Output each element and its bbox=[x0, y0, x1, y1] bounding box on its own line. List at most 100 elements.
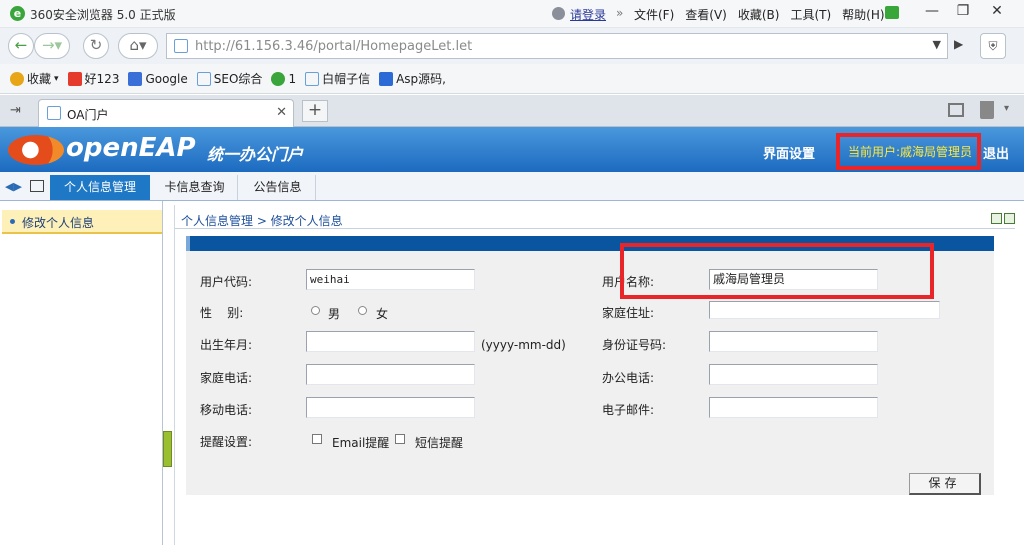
home-phone-field[interactable] bbox=[306, 364, 475, 385]
page-icon bbox=[305, 71, 320, 86]
openeap-logo-icon bbox=[8, 135, 64, 165]
bookmark-whitehat[interactable]: 白帽子信 bbox=[305, 70, 370, 87]
tab-strip: ⇥ OA门户 ✕ + ▾ bbox=[0, 95, 1024, 127]
gender-male-label: 男 bbox=[328, 307, 341, 321]
user-code-label: 用户代码: bbox=[200, 275, 253, 289]
office-phone-label: 办公电话: bbox=[602, 371, 655, 385]
bookmark-seo[interactable]: SEO综合 bbox=[196, 70, 262, 87]
close-window-button[interactable]: ✕ bbox=[980, 0, 1014, 24]
gender-male-radio[interactable] bbox=[311, 306, 320, 315]
star-icon bbox=[10, 71, 24, 86]
sidebar-item-label: 修改个人信息 bbox=[22, 216, 95, 230]
address-url[interactable]: http://61.156.3.46/portal/HomepageLet.le… bbox=[195, 39, 472, 54]
shield-icon[interactable]: ⛨ bbox=[980, 33, 1006, 59]
bookmarks-bar: 收藏 ▾ 好123 Google SEO综合 1 白帽子信 Asp源码, bbox=[0, 64, 1024, 94]
skin-shirt-icon[interactable] bbox=[885, 6, 899, 19]
menu-favorites[interactable]: 收藏(B) bbox=[738, 6, 780, 23]
back-button[interactable]: ← bbox=[8, 33, 34, 59]
sms-reminder-checkbox[interactable] bbox=[395, 434, 405, 444]
home-address-field[interactable] bbox=[709, 301, 940, 319]
chevron-down-icon: ▾ bbox=[54, 73, 59, 84]
birth-label: 出生年月: bbox=[200, 338, 253, 352]
ui-settings-link[interactable]: 界面设置 bbox=[763, 143, 815, 162]
asp-icon bbox=[379, 71, 394, 86]
id-card-label: 身份证号码: bbox=[602, 338, 667, 352]
menu-help[interactable]: 帮助(H) bbox=[842, 6, 884, 23]
birth-format-hint: (yyyy-mm-dd) bbox=[481, 338, 566, 352]
breadcrumb-bar: 个人信息管理 > 修改个人信息 bbox=[175, 209, 1015, 229]
page-icon bbox=[47, 106, 61, 120]
bookmark-asp[interactable]: Asp源码, bbox=[379, 70, 446, 87]
page-icon bbox=[174, 39, 188, 53]
restore-window-icon[interactable] bbox=[948, 103, 964, 117]
id-card-field[interactable] bbox=[709, 331, 878, 352]
logout-link[interactable]: 退出 bbox=[983, 143, 1009, 162]
page-icon bbox=[196, 71, 211, 86]
bookmark-1[interactable]: 1 bbox=[271, 71, 296, 86]
sidebar-toggle-icon[interactable]: ⇥ bbox=[10, 103, 21, 118]
home-address-label: 家庭住址: bbox=[602, 306, 655, 320]
home-phone-label: 家庭电话: bbox=[200, 371, 253, 385]
home-button[interactable]: ⌂▾ bbox=[118, 33, 158, 59]
mobile-field[interactable] bbox=[306, 397, 475, 418]
email-reminder-checkbox[interactable] bbox=[312, 434, 322, 444]
minimize-button[interactable]: — bbox=[915, 0, 949, 24]
browser-logo-icon: e bbox=[10, 6, 25, 21]
breadcrumb: 个人信息管理 > 修改个人信息 bbox=[181, 214, 343, 228]
trash-icon[interactable] bbox=[980, 101, 994, 119]
maximize-button[interactable]: ❐ bbox=[946, 0, 980, 24]
birth-field[interactable] bbox=[306, 331, 475, 352]
gender-label: 性 别: bbox=[200, 306, 244, 320]
email-label: 电子邮件: bbox=[602, 403, 655, 417]
save-button[interactable]: 保存 bbox=[909, 473, 981, 495]
user-icon bbox=[271, 71, 286, 86]
chevron-down-icon[interactable]: ▼ bbox=[933, 38, 941, 51]
bookmark-google[interactable]: Google bbox=[128, 71, 188, 86]
tab-card-query[interactable]: 卡信息查询 bbox=[152, 175, 238, 200]
reminder-label: 提醒设置: bbox=[200, 435, 253, 449]
email-reminder-label: Email提醒 bbox=[332, 436, 390, 450]
double-chevron-icon: » bbox=[616, 6, 624, 20]
email-field[interactable] bbox=[709, 397, 878, 418]
tab-announcements[interactable]: 公告信息 bbox=[240, 175, 316, 200]
navigation-bar: ← →▾ ↻ ⌂▾ http://61.156.3.46/portal/Home… bbox=[0, 28, 1024, 64]
browser-titlebar: e 360安全浏览器 5.0 正式版 请登录 » 文件(F) 查看(V) 收藏(… bbox=[0, 0, 1024, 28]
menu-bar: 文件(F) 查看(V) 收藏(B) 工具(T) 帮助(H) bbox=[634, 6, 885, 23]
tab-oa-portal[interactable]: OA门户 ✕ bbox=[38, 99, 294, 127]
portal-title: 统一办公门户 bbox=[207, 145, 304, 164]
chevron-down-icon[interactable]: ▾ bbox=[1004, 103, 1009, 114]
forward-button[interactable]: →▾ bbox=[34, 33, 70, 59]
tab-title: OA门户 bbox=[67, 108, 109, 122]
restore-icon[interactable] bbox=[991, 213, 1002, 224]
tab-personal-info[interactable]: 个人信息管理 bbox=[50, 175, 150, 200]
module-nav: ◀▶ 个人信息管理 卡信息查询 公告信息 bbox=[0, 172, 1024, 201]
panel-icon[interactable] bbox=[30, 180, 44, 192]
menu-tools[interactable]: 工具(T) bbox=[790, 6, 831, 23]
sidebar-item-edit-profile[interactable]: 修改个人信息 bbox=[2, 210, 162, 234]
bookmark-hao123[interactable]: 好123 bbox=[67, 70, 119, 87]
app-logo-text: openEAP bbox=[66, 133, 196, 163]
gender-female-label: 女 bbox=[376, 307, 389, 321]
office-phone-field[interactable] bbox=[709, 364, 878, 385]
sidebar-splitter-handle[interactable] bbox=[163, 431, 172, 467]
address-bar[interactable]: http://61.156.3.46/portal/HomepageLet.le… bbox=[166, 33, 948, 59]
new-tab-button[interactable]: + bbox=[302, 100, 328, 122]
refresh-icon[interactable] bbox=[1004, 213, 1015, 224]
close-icon[interactable]: ✕ bbox=[276, 105, 287, 120]
browser-title: 360安全浏览器 5.0 正式版 bbox=[30, 8, 176, 22]
user-icon bbox=[552, 7, 565, 20]
menu-file[interactable]: 文件(F) bbox=[634, 6, 674, 23]
menu-view[interactable]: 查看(V) bbox=[685, 6, 727, 23]
refresh-button[interactable]: ↻ bbox=[83, 33, 109, 59]
gender-female-radio[interactable] bbox=[358, 306, 367, 315]
panel-tools bbox=[991, 213, 1015, 224]
bookmark-favorites[interactable]: 收藏 ▾ bbox=[10, 70, 59, 87]
user-code-field[interactable]: weihai bbox=[306, 269, 475, 290]
mobile-label: 移动电话: bbox=[200, 403, 253, 417]
collapse-arrows-icon[interactable]: ◀▶ bbox=[5, 180, 22, 193]
left-sidebar: 修改个人信息 bbox=[0, 201, 163, 545]
annotation-box-user-name bbox=[620, 243, 934, 299]
annotation-box-current-user bbox=[836, 133, 981, 170]
go-play-icon[interactable]: ▶ bbox=[954, 37, 963, 51]
login-link[interactable]: 请登录 bbox=[570, 6, 606, 23]
